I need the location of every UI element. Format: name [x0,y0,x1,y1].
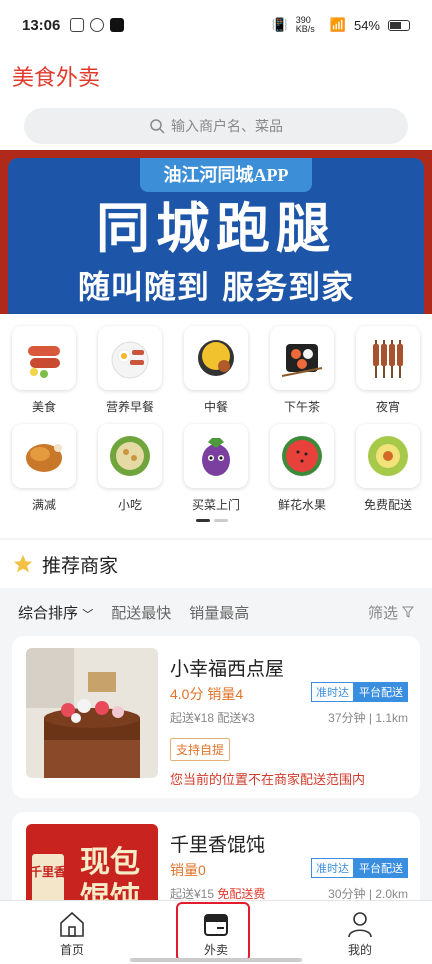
active-tab-highlight [176,902,250,962]
search-input[interactable]: 输入商户名、菜品 [24,108,408,144]
category-item[interactable]: 下午茶 [262,326,342,415]
cake-image [26,648,158,778]
shop-name: 千里香馄饨 [170,835,266,856]
search-icon [150,119,165,134]
gift-icon [368,436,408,476]
shop-thumbnail [26,648,158,778]
link-icon [90,18,105,32]
category-item[interactable]: 小吃 [90,424,170,513]
tab-mine[interactable]: 我的 [320,909,400,958]
category-item[interactable]: 满减 [4,424,84,513]
wifi-icon: 📶 [329,17,346,32]
watermelon-icon [282,436,322,476]
category-label: 免费配送 [363,498,412,512]
roast-chicken-icon [26,444,62,472]
shop-sales: 销量0 [170,862,206,878]
tag-platform-delivery: 平台配送 [354,682,408,702]
category-label: 满减 [31,498,56,512]
category-label: 营养早餐 [105,400,154,414]
banner-subline: 随叫随到 服务到家 [77,268,355,306]
sausage-icon [28,346,60,378]
recommend-header: 推荐商家 [0,540,432,588]
filter-button[interactable]: 筛选 [368,602,414,623]
category-label: 小吃 [117,498,142,512]
banner-card: 油江河同城APP 同城跑腿 随叫随到 服务到家 [8,158,424,314]
status-bar: 13:06 📳 390 KB/s 📶 54% [0,0,432,50]
search-placeholder: 输入商户名、菜品 [171,118,283,134]
chevron-down-icon: ﹀ [82,608,94,621]
skewer-icon [373,340,403,378]
category-label: 鲜花水果 [277,498,326,512]
shop-score-sales: 4.0分 销量4 [170,686,244,702]
shop-card[interactable]: 小幸福西点屋 4.0分 销量4 准时达 平台配送 起送¥18 配送¥3 37分钟… [12,636,420,798]
status-time: 13:06 [22,16,61,34]
net-speed: 390 KB/s [295,15,315,34]
sort-default[interactable]: 综合排序 ﹀ [18,602,93,623]
tiktok-icon [110,18,125,32]
home-icon [60,911,84,937]
recommend-title: 推荐商家 [42,555,119,577]
category-item[interactable]: 免费配送 [348,424,428,513]
tag-platform-delivery: 平台配送 [354,858,408,878]
category-label: 下午茶 [283,400,320,414]
category-label: 买菜上门 [191,498,240,512]
category-label: 夜宵 [375,400,400,414]
svg-text:现包: 现包 [80,845,140,880]
eggplant-icon [202,438,230,476]
category-item[interactable]: 鲜花水果 [262,424,342,513]
battery-text: 54% [353,17,380,33]
shop-tags: 准时达 平台配送 [311,858,408,878]
category-item[interactable]: 夜宵 [348,326,428,415]
banner-headline: 同城跑腿 [96,196,336,260]
shop-card[interactable]: 千里香 现包 馄饨 千里香馄饨 销量0 准时达 平台配送 起送¥15 免配送费 … [12,812,420,914]
pickup-badge: 支持自提 [170,738,231,761]
category-label: 美食 [31,400,56,414]
tab-home[interactable]: 首页 [32,909,112,958]
svg-text:千里香: 千里香 [30,864,66,879]
breakfast-icon [111,341,149,379]
category-item[interactable]: 美食 [4,326,84,415]
shop-tags: 准时达 平台配送 [311,682,408,702]
sort-fastest[interactable]: 配送最快 [111,602,171,623]
out-of-range-warning: 您当前的位置不在商家配送范围内 [170,772,366,787]
gesture-bar [130,958,302,962]
snack-icon [110,436,150,476]
category-item[interactable]: 中餐 [176,326,256,415]
sort-bar: 综合排序 ﹀ 配送最快 销量最高 筛选 [0,590,432,634]
banner-app-name: 油江河同城APP [140,158,312,192]
page-indicator [196,519,228,522]
sort-sales[interactable]: 销量最高 [189,602,249,623]
category-label: 中餐 [203,400,228,414]
filter-icon [402,606,414,618]
category-grid: 美食 营养早餐 中餐 下午茶 夜宵 满减 小吃 买菜上门 鲜花水果 免费配送 [0,314,432,538]
rice-icon [198,340,234,376]
shop-time-distance: 37分钟 | 1.1km [328,711,408,725]
shop-delivery-meta: 起送¥18 配送¥3 [170,711,255,725]
battery-icon [388,19,410,31]
star-icon [13,554,33,573]
shop-name: 小幸福西点屋 [170,659,285,680]
tag-on-time: 准时达 [311,682,354,702]
tag-on-time: 准时达 [311,858,354,878]
app-icon [70,18,85,32]
profile-icon [348,912,372,938]
banner[interactable]: 油江河同城APP 同城跑腿 随叫随到 服务到家 [0,150,432,314]
vibrate-icon: 📳 [271,17,288,32]
page-title: 美食外卖 [12,65,101,90]
sushi-icon [281,344,323,377]
notification-icons [70,18,125,32]
header: 美食外卖 输入商户名、菜品 [0,50,432,150]
category-item[interactable]: 买菜上门 [176,424,256,513]
category-item[interactable]: 营养早餐 [90,326,170,415]
